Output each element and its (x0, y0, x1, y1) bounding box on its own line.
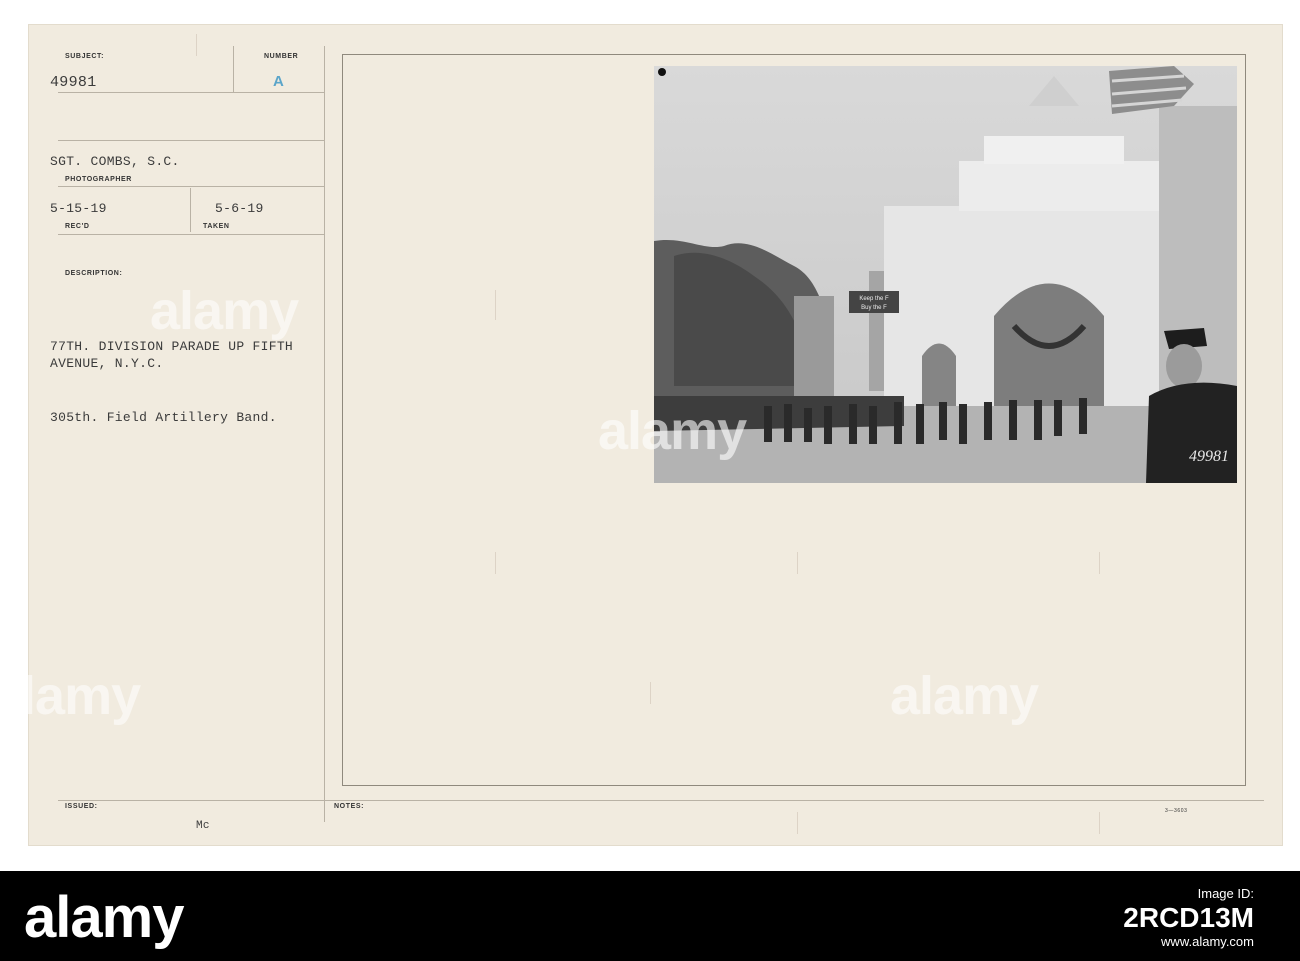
rule-column-divider (324, 46, 325, 822)
image-id: 2RCD13M (1123, 902, 1254, 933)
taken-label: TAKEN (203, 223, 230, 230)
watermark-tick (495, 290, 496, 320)
negative-number: 49981 (1189, 448, 1229, 465)
issued-label: ISSUED: (65, 803, 98, 810)
watermark-tick (797, 552, 798, 574)
taken-value: 5-6-19 (215, 201, 264, 216)
watermark-tick (1099, 812, 1100, 834)
image-id-label: Image ID: (1197, 886, 1254, 901)
watermark-tick (650, 682, 651, 704)
watermark-tick (495, 552, 496, 574)
rule-number-divider (233, 46, 234, 92)
footer-bar (0, 871, 1300, 961)
rule-photographer (58, 186, 324, 187)
photographer-value: SGT. COMBS, S.C. (50, 154, 180, 169)
description-line-3: 305th. Field Artillery Band. (50, 410, 277, 425)
recd-value: 5-15-19 (50, 201, 107, 216)
sign-text-line-2: Buy the F (861, 305, 887, 311)
description-label: DESCRIPTION: (65, 270, 123, 277)
photographer-label: PHOTOGRAPHER (65, 176, 132, 183)
watermark-tick (196, 34, 197, 56)
site-url[interactable]: www.alamy.com (1123, 933, 1254, 951)
issued-mark: Mc (196, 820, 210, 832)
alamy-logo[interactable]: alamy (24, 884, 184, 951)
watermark-top-left: alamy (150, 281, 299, 341)
image-id-block: Image ID: 2RCD13M www.alamy.com (1123, 885, 1254, 951)
rule-subject (58, 92, 324, 93)
subject-value: 49981 (50, 74, 97, 91)
subject-label: SUBJECT: (65, 53, 105, 60)
watermark-tick (1099, 552, 1100, 574)
watermark-left-bottom: alamy (0, 666, 141, 726)
rule-top-of-photographer (58, 140, 324, 141)
watermark-tick (797, 812, 798, 834)
description-line-2: AVENUE, N.Y.C. (50, 356, 164, 371)
recd-label: REC'D (65, 223, 90, 230)
number-value: A (273, 73, 284, 90)
rule-date-divider (190, 188, 191, 232)
sign-text-line-1: Keep the F (859, 296, 889, 302)
rule-dates (58, 234, 324, 235)
notes-label: NOTES: (334, 803, 365, 810)
form-number: 3—3603 (1165, 808, 1188, 814)
number-label: NUMBER (264, 53, 299, 60)
rule-bottom (58, 800, 1264, 801)
watermark-right-bottom: alamy (890, 666, 1039, 726)
watermark-middle: alamy (598, 401, 747, 461)
